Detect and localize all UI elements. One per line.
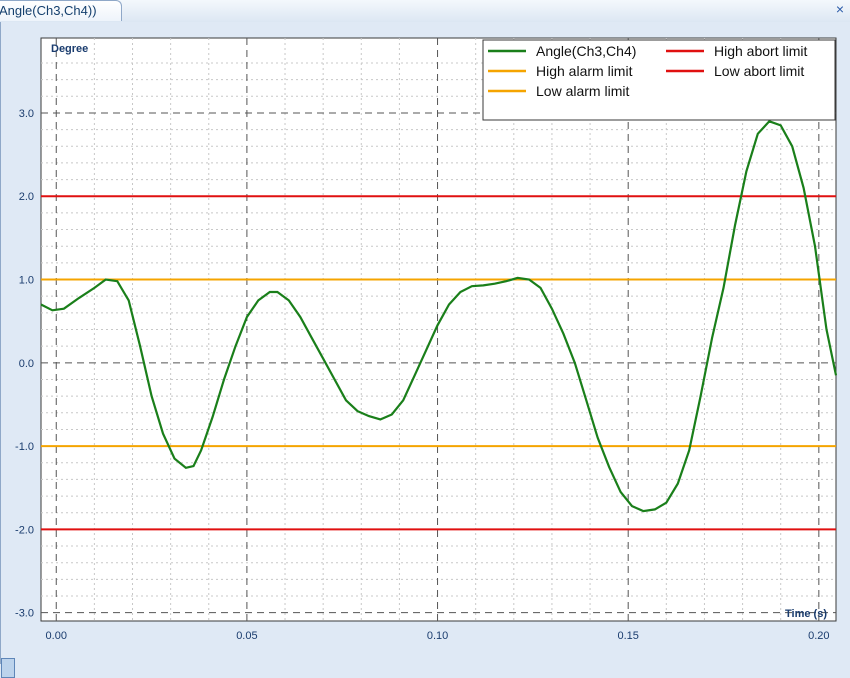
y-axis-label: Degree — [51, 43, 88, 55]
close-icon[interactable]: × — [836, 1, 844, 17]
chart-panel: 3.0 2.0 1.0 0.0 -1.0 -2.0 -3.0 0.00 0.05 0.10 0.1… — [0, 22, 850, 678]
x-tick-label: 0.15 — [617, 630, 638, 642]
x-axis-label: Time (s) — [785, 608, 827, 620]
legend-label: Low abort limit — [714, 63, 804, 79]
y-tick-label: -1.0 — [15, 441, 34, 453]
legend-label: Low alarm limit — [536, 83, 629, 99]
y-tick-labels: 3.0 2.0 1.0 0.0 -1.0 -2.0 -3.0 — [15, 108, 34, 620]
y-tick-label: -3.0 — [15, 608, 34, 620]
legend: Angle(Ch3,Ch4) High alarm limit Low alarm … — [482, 39, 836, 121]
x-tick-label: 0.20 — [808, 630, 829, 642]
x-tick-label: 0.00 — [46, 630, 67, 642]
legend-label: High abort limit — [714, 43, 807, 59]
x-tick-label: 0.10 — [427, 630, 448, 642]
tab-angle-chart[interactable]: Angle(Ch3,Ch4)) — [0, 0, 122, 21]
legend-label: Angle(Ch3,Ch4) — [536, 43, 636, 59]
legend-label: High alarm limit — [536, 63, 633, 79]
tab-title: Angle(Ch3,Ch4)) — [0, 3, 97, 18]
tab-strip: Angle(Ch3,Ch4)) × — [0, 0, 850, 23]
y-tick-label: 0.0 — [19, 358, 34, 370]
y-tick-label: 2.0 — [19, 191, 34, 203]
x-tick-labels: 0.00 0.05 0.10 0.15 0.20 — [46, 630, 830, 642]
chart-icon[interactable] — [1, 658, 15, 678]
angle-chart: 3.0 2.0 1.0 0.0 -1.0 -2.0 -3.0 0.00 0.05 0.10 0.1… — [15, 37, 838, 642]
y-tick-label: 1.0 — [19, 275, 34, 287]
x-tick-label: 0.05 — [236, 630, 257, 642]
y-tick-label: 3.0 — [19, 108, 34, 120]
y-tick-label: -2.0 — [15, 524, 34, 536]
